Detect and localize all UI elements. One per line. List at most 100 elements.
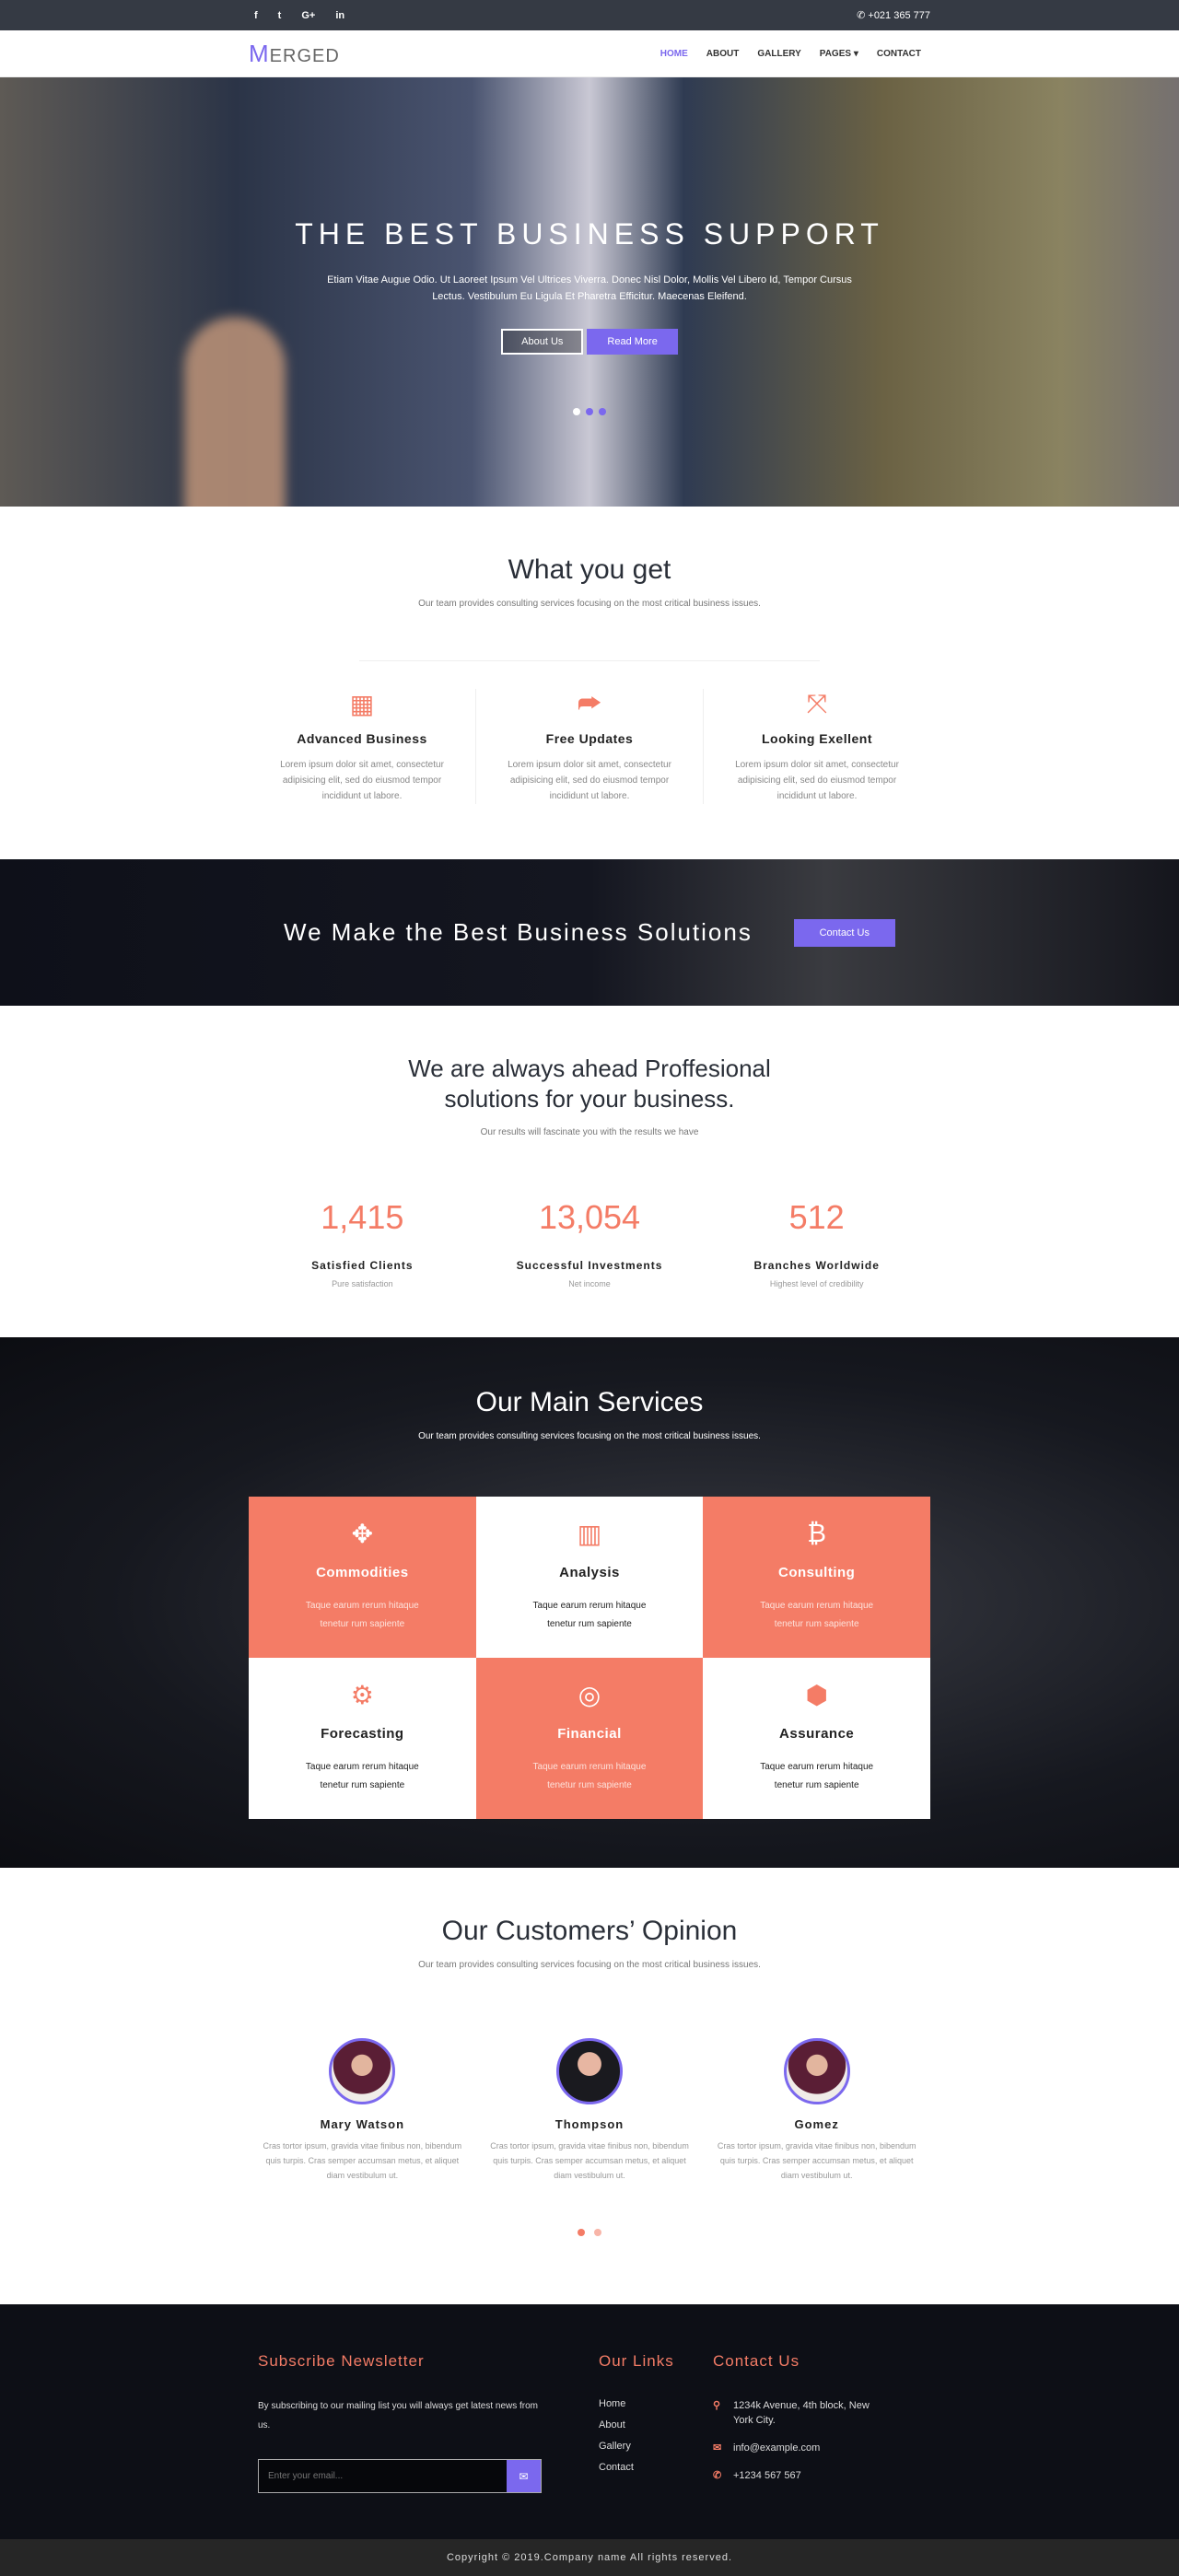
stat-value: 13,054 <box>538 1198 641 1236</box>
share-icon: ⮫ <box>577 689 602 717</box>
service-text: Taque earum rerum hitaque tenetur rum sa… <box>532 1601 647 1629</box>
social-links: f t G+ in <box>249 10 344 21</box>
nav-home[interactable]: HOME <box>660 49 688 59</box>
read-more-button[interactable]: Read More <box>587 329 678 355</box>
stat-label: Branches Worldwide <box>753 1259 880 1272</box>
service-title: Forecasting <box>321 1726 404 1742</box>
footer-link-contact[interactable]: Contact <box>599 2462 713 2473</box>
email-input[interactable] <box>259 2460 507 2492</box>
nav-pages-dropdown[interactable]: PAGES ▾ <box>820 49 858 59</box>
feature-text: Lorem ipsum dolor sit amet, consectetur … <box>508 760 671 801</box>
slider-dot[interactable] <box>573 408 580 415</box>
stat-value: 1,415 <box>321 1198 404 1236</box>
carousel-dot[interactable] <box>594 2229 601 2236</box>
stat-item: 1,415 Satisfied Clients Pure satisfaction <box>249 1198 476 1288</box>
nav-gallery[interactable]: GALLERY <box>757 49 800 59</box>
stat-sub: Highest level of credibility <box>769 1279 864 1288</box>
about-us-button[interactable]: About Us <box>501 329 584 355</box>
hero-text: Etiam Vitae Augue Odio. Ut Laoreet Ipsum… <box>327 274 852 302</box>
customer-name: Thompson <box>554 2117 625 2131</box>
logo-text: ERGED <box>269 46 340 66</box>
what-you-get-section: What you get Our team provides consultin… <box>0 507 1179 859</box>
services-section: Our Main Services Our team provides cons… <box>0 1337 1179 1868</box>
copyright: Copyright © 2019.Company name All rights… <box>0 2539 1179 2576</box>
service-title: Analysis <box>559 1565 620 1580</box>
service-card[interactable]: ⚙ Forecasting Taque earum rerum hitaque te… <box>249 1658 476 1819</box>
section-subtitle: Our team provides consulting services fo… <box>418 1431 761 1441</box>
feature-title: Looking Exellent <box>761 731 872 746</box>
feature-item: ⮫ Free Updates Lorem ipsum dolor sit amet,… <box>476 689 704 804</box>
phone: ✆ +021 365 777 <box>857 9 930 21</box>
testimonial-text: Cras tortor ipsum, gravida vitae finibus… <box>263 2141 462 2180</box>
stat-item: 13,054 Successful Investments Net income <box>476 1198 704 1288</box>
phone: +1234 567 567 <box>733 2470 801 2481</box>
cta-band: We Make the Best Business Solutions Cont… <box>0 859 1179 1006</box>
feature-title: Advanced Business <box>297 731 427 746</box>
avatar <box>783 2038 850 2104</box>
stat-sub: Net income <box>568 1279 611 1288</box>
phone-icon: ✆ <box>857 10 869 21</box>
footer-link-gallery[interactable]: Gallery <box>599 2441 713 2452</box>
stat-sub: Pure satisfaction <box>332 1279 393 1288</box>
stat-item: 512 Branches Worldwide Highest level of cr… <box>703 1198 930 1288</box>
testimonial: Gomez Cras tortor ipsum, gravida vitae fi… <box>703 2038 930 2183</box>
cubes-icon: ⬢ <box>805 1681 828 1709</box>
map-marker-icon: ⚲ <box>713 2400 721 2411</box>
feature-item: ⤧ Looking Exellent Lorem ipsum dolor sit a… <box>704 689 930 804</box>
twitter-icon[interactable]: t <box>278 10 282 21</box>
email[interactable]: info@example.com <box>733 2441 820 2455</box>
bitcoin-icon: ₿ <box>807 1519 827 1547</box>
carousel-dot[interactable] <box>578 2229 585 2236</box>
testimonial: Thompson Cras tortor ipsum, gravida vitae… <box>476 2038 704 2183</box>
stat-label: Successful Investments <box>516 1259 663 1272</box>
google-plus-icon[interactable]: G+ <box>301 10 315 21</box>
gears-icon: ⚙ <box>350 1681 374 1709</box>
service-title: Assurance <box>779 1726 855 1742</box>
phone-number: +021 365 777 <box>868 10 930 21</box>
arrows-icon: ✥ <box>351 1520 374 1548</box>
section-subtitle: Our results will fascinate you with the … <box>480 1127 699 1137</box>
feature-text: Lorem ipsum dolor sit amet, consectetur … <box>280 760 444 801</box>
service-card[interactable]: ✥ Commodities Taque earum rerum hitaque te… <box>249 1497 476 1658</box>
service-text: Taque earum rerum hitaque tenetur rum sa… <box>305 1762 419 1790</box>
grid-icon: ▦ <box>349 690 375 718</box>
stat-label: Satisfied Clients <box>311 1259 414 1272</box>
hero-title: THE BEST BUSINESS SUPPORT <box>295 217 884 251</box>
service-card[interactable]: ◎ Financial Taque earum rerum hitaque tene… <box>475 1658 704 1819</box>
service-card[interactable]: ⬢ Assurance Taque earum rerum hitaque tene… <box>703 1658 930 1819</box>
section-title: Our Main Services <box>475 1387 704 1417</box>
contact-title: Contact Us <box>713 2352 800 2370</box>
top-bar: f t G+ in ✆ +021 365 777 <box>0 0 1179 30</box>
logo[interactable]: MERGED <box>249 40 340 68</box>
section-title: Our Customers’ Opinion <box>441 1916 738 1946</box>
footer-link-about[interactable]: About <box>599 2419 713 2430</box>
nav-about[interactable]: ABOUT <box>706 49 740 59</box>
testimonial-dots <box>249 2229 930 2236</box>
facebook-icon[interactable]: f <box>254 10 258 21</box>
service-card[interactable]: ₿ Consulting Taque earum rerum hitaque ten… <box>703 1497 930 1658</box>
subscribe-form: ✉ <box>258 2459 542 2493</box>
testimonial-text: Cras tortor ipsum, gravida vitae finibus… <box>717 2141 916 2180</box>
divider <box>359 660 820 661</box>
section-title: What you get <box>508 554 671 585</box>
service-card[interactable]: ▥ Analysis Taque earum rerum hitaque tenet… <box>475 1497 704 1658</box>
footer-link-home[interactable]: Home <box>599 2398 713 2409</box>
section-subtitle: Our team provides consulting services fo… <box>418 1960 761 1970</box>
nav-contact[interactable]: CONTACT <box>877 49 921 59</box>
section-subtitle: Our team provides consulting services fo… <box>418 599 761 609</box>
service-text: Taque earum rerum hitaque tenetur rum sa… <box>760 1601 874 1629</box>
service-title: Commodities <box>316 1565 409 1580</box>
customer-name: Gomez <box>794 2117 839 2131</box>
contact-us-button[interactable]: Contact Us <box>793 918 895 947</box>
feature-title: Free Updates <box>545 731 634 746</box>
subscribe-button[interactable]: ✉ <box>507 2460 541 2492</box>
newsletter-title: Subscribe Newsletter <box>258 2352 425 2370</box>
bar-chart-icon: ▥ <box>577 1520 602 1548</box>
logo-initial: M <box>249 40 270 67</box>
linkedin-icon[interactable]: in <box>335 10 344 21</box>
slider-dot[interactable] <box>599 408 606 415</box>
testimonial-text: Cras tortor ipsum, gravida vitae finibus… <box>490 2141 689 2180</box>
section-title: We are always ahead Proffesional solution… <box>249 1054 930 1114</box>
slider-dot[interactable] <box>586 408 593 415</box>
feature-item: ▦ Advanced Business Lorem ipsum dolor sit … <box>249 689 476 804</box>
